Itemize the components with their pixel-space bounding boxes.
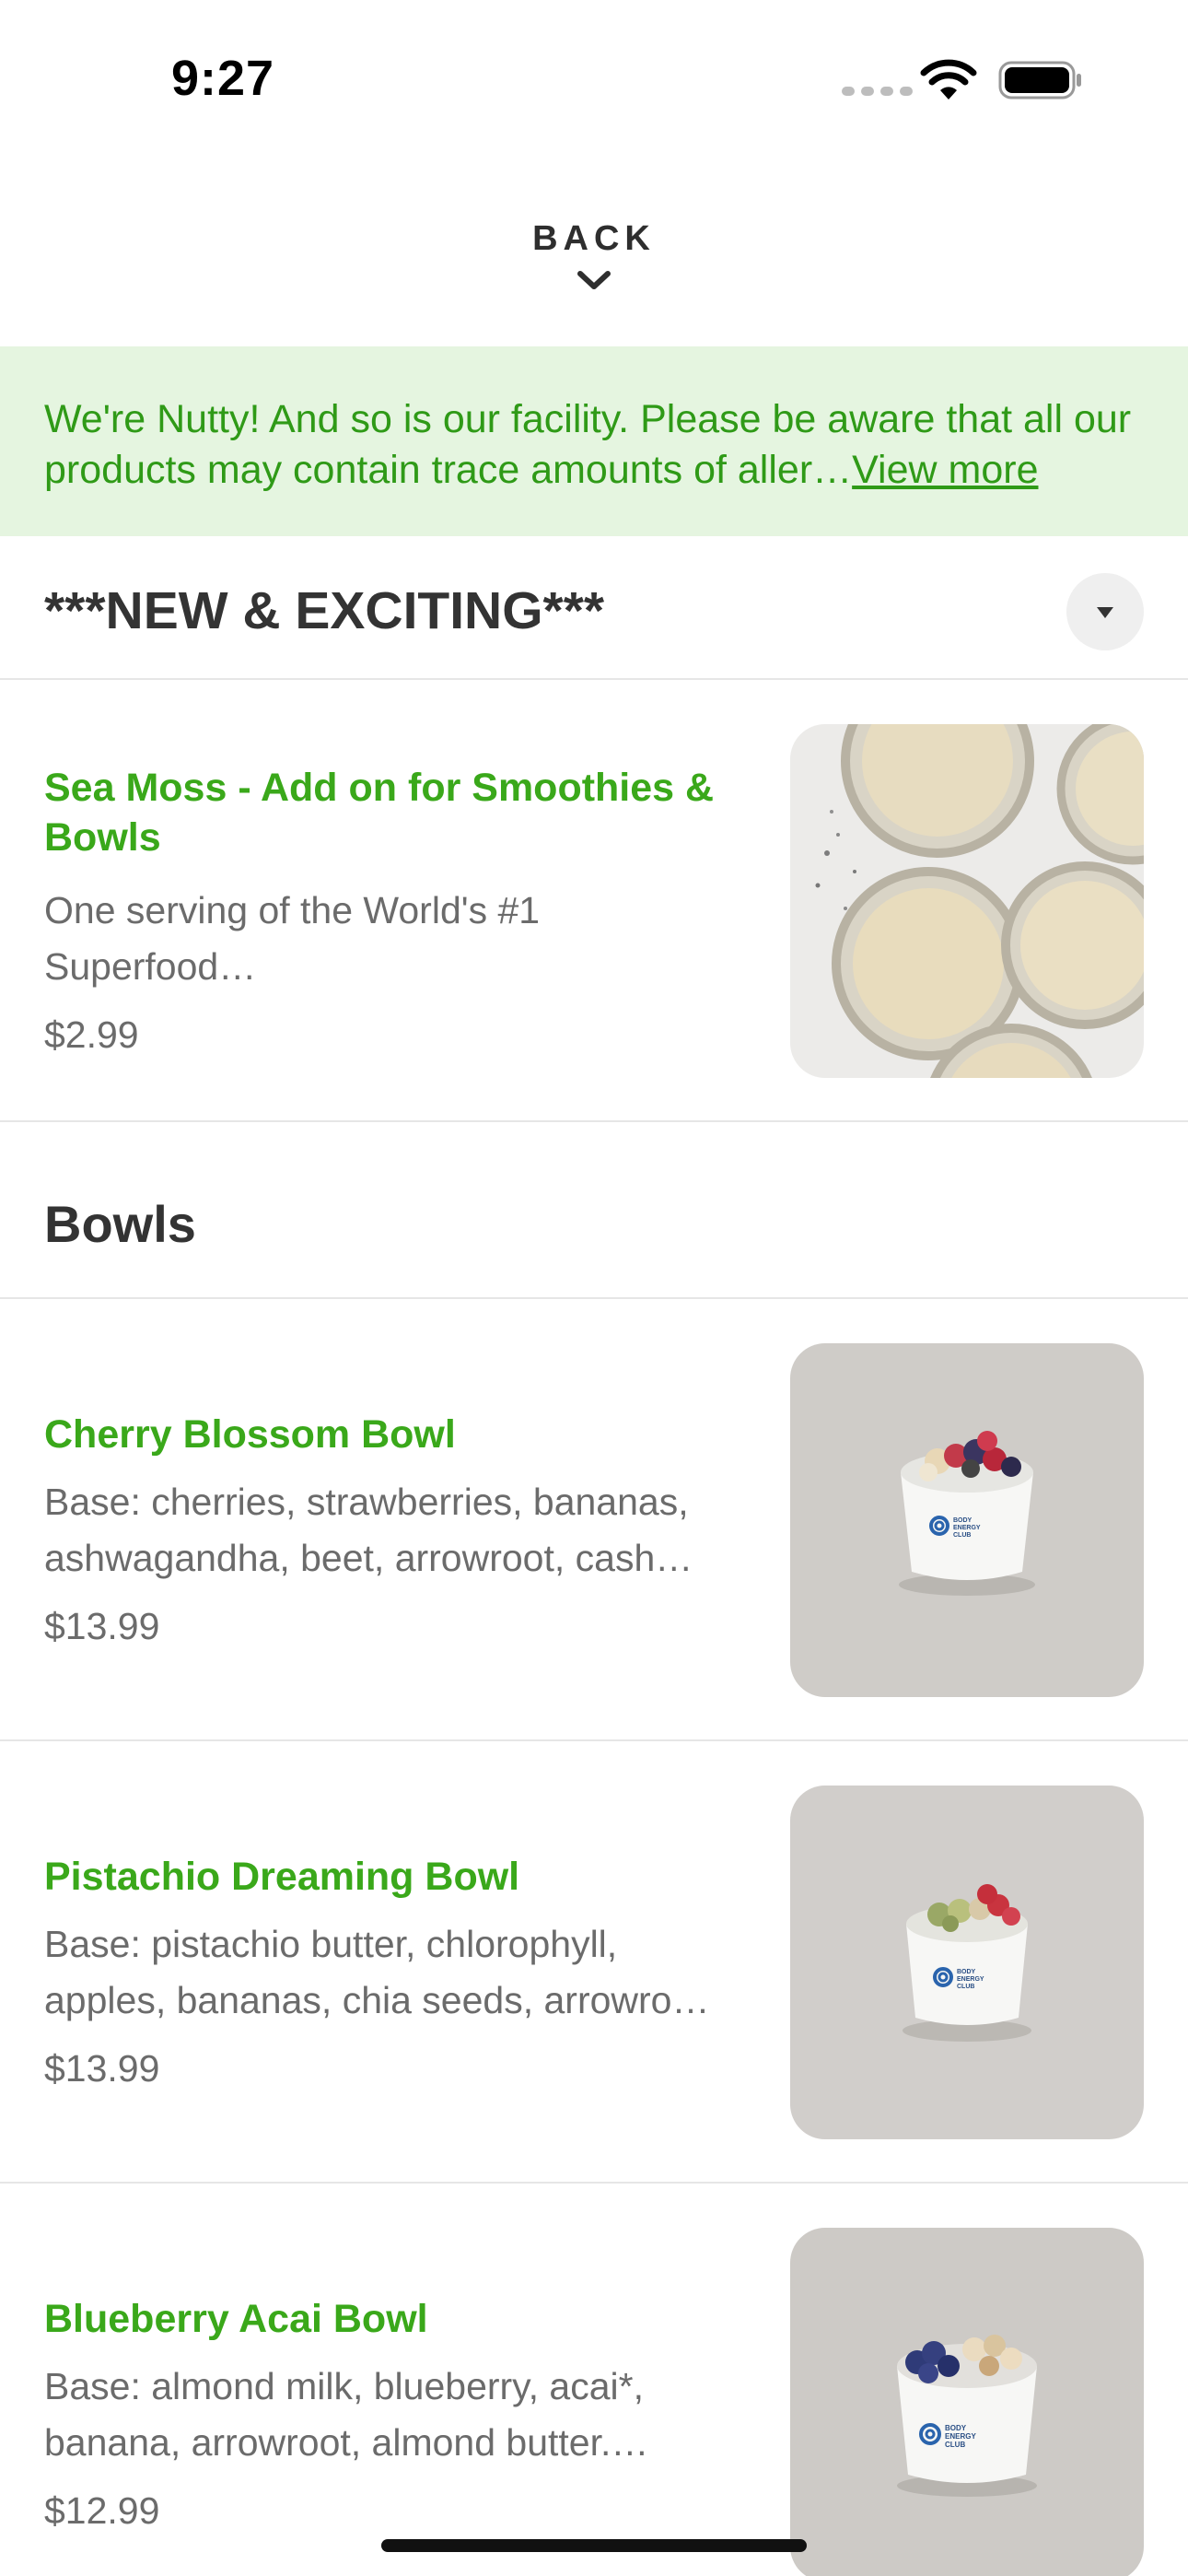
item-description: Base: almond milk, blueberry, acai*, ban… [44,2365,649,2464]
chevron-down-icon [577,271,611,289]
item-description: Base: cherries, strawberries, bananas, a… [44,1481,693,1579]
svg-text:BODY: BODY [953,1517,973,1524]
item-description: Base: pistachio butter, chlorophyll, app… [44,1923,710,2021]
caret-down-icon [1097,607,1113,618]
status-bar: 9:27 [0,0,1188,161]
view-more-link[interactable]: View more [852,448,1038,492]
svg-text:CLUB: CLUB [953,1532,971,1539]
status-time: 9:27 [171,51,275,106]
svg-text:ENERGY: ENERGY [957,1976,984,1983]
back-label: BACK [532,219,656,258]
menu-item-sea-moss[interactable]: Sea Moss - Add on for Smoothies & Bowls … [0,680,1188,1122]
battery-icon [998,61,1081,100]
collapse-section-button[interactable] [1066,573,1144,650]
menu-item-blueberry-acai-bowl[interactable]: Blueberry Acai Bowl Base: almond milk, b… [0,2184,1188,2576]
item-name: Cherry Blossom Bowl [44,1412,456,1457]
item-photo [790,724,1144,1078]
item-photo: BODY ENERGY CLUB [790,1786,1144,2139]
svg-text:BODY: BODY [945,2424,967,2432]
section-title-new: ***NEW & EXCITING*** [44,581,605,640]
menu-item-pistachio-dreaming-bowl[interactable]: Pistachio Dreaming Bowl Base: pistachio … [0,1741,1188,2184]
back-button[interactable]: BACK [0,219,1188,292]
item-name: Blueberry Acai Bowl [44,2297,428,2341]
item-photo: BODY ENERGY CLUB [790,1343,1144,1697]
allergen-banner: We're Nutty! And so is our facility. Ple… [0,346,1188,536]
item-price: $12.99 [44,2489,160,2532]
item-price: $2.99 [44,1013,139,1056]
svg-text:BODY: BODY [957,1969,976,1975]
section-title-bowls: Bowls [44,1195,196,1253]
svg-text:ENERGY: ENERGY [945,2432,976,2441]
item-name: Pistachio Dreaming Bowl [44,1855,520,1899]
svg-text:CLUB: CLUB [957,1984,974,1990]
home-indicator[interactable] [381,2539,807,2552]
allergen-notice: We're Nutty! And so is our facility. Ple… [44,394,1144,496]
item-name: Sea Moss - Add on for Smoothies & Bowls [44,766,715,860]
menu-screen: 9:27 BACK We're Nutty! And so is our fac… [0,0,1188,2576]
item-price: $13.99 [44,1605,160,1647]
svg-text:ENERGY: ENERGY [953,1525,981,1531]
wifi-icon [920,59,977,100]
item-description: One serving of the World's #1 Superfood… [44,889,541,988]
item-price: $13.99 [44,2047,160,2090]
cellular-signal-icon [842,87,913,96]
item-photo: BODY ENERGY CLUB [790,2228,1144,2576]
svg-text:CLUB: CLUB [945,2441,965,2449]
section-header-bowls: Bowls [0,1122,1188,1299]
section-header-new[interactable]: ***NEW & EXCITING*** [0,536,1188,680]
menu-item-cherry-blossom-bowl[interactable]: Cherry Blossom Bowl Base: cherries, stra… [0,1299,1188,1741]
